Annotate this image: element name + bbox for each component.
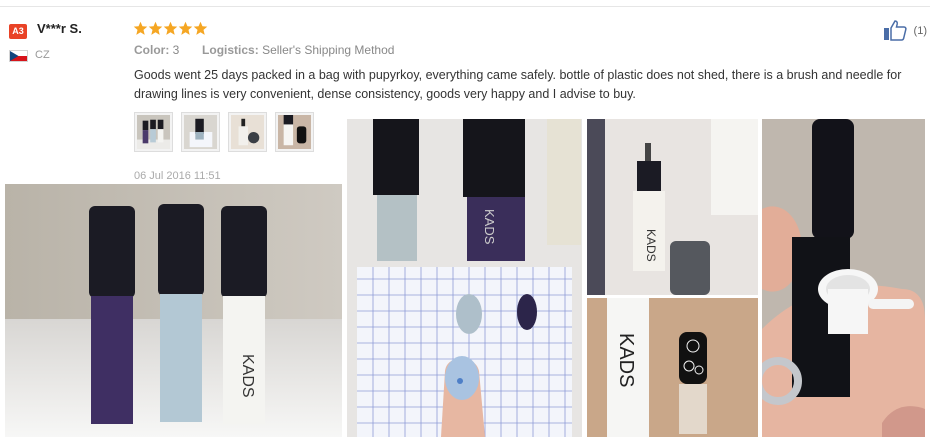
czech-flag-icon <box>9 50 28 62</box>
logistics-value: Seller's Shipping Method <box>262 43 395 57</box>
thumbs-up-icon[interactable] <box>883 20 907 41</box>
photo-thumbnail[interactable] <box>275 112 314 152</box>
star-icon <box>193 21 208 35</box>
review-photo[interactable] <box>762 119 925 437</box>
star-icon <box>148 21 163 35</box>
review-photo[interactable]: KADS <box>5 184 342 437</box>
star-icon <box>133 21 148 35</box>
review-date: 06 Jul 2016 11:51 <box>134 170 221 182</box>
review-text: Goods went 25 days packed in a bag with … <box>134 68 902 101</box>
logistics-label: Logistics: <box>202 43 259 57</box>
photo-thumbnail[interactable] <box>181 112 220 152</box>
helpful-button[interactable]: (1) <box>883 20 930 41</box>
review-photo[interactable]: KADS <box>347 119 582 437</box>
review-photo[interactable]: KADS <box>587 298 758 437</box>
star-icon <box>163 21 178 35</box>
avatar: A3 <box>9 24 27 39</box>
brand-label: KADS <box>615 333 637 387</box>
thumbnail-strip <box>134 112 314 152</box>
star-rating <box>133 21 208 36</box>
star-icon <box>178 21 193 35</box>
svg-text:KADS: KADS <box>482 209 497 245</box>
color-label: Color: <box>134 43 170 57</box>
photo-thumbnail[interactable] <box>228 112 267 152</box>
review-photo[interactable]: KADS <box>587 119 758 295</box>
divider <box>0 6 930 7</box>
reviewer-country: CZ <box>35 49 50 61</box>
reviewer-name: V***r S. <box>37 21 82 36</box>
photo-thumbnail[interactable] <box>134 112 173 152</box>
brand-label: KADS <box>239 354 256 398</box>
color-value: 3 <box>172 43 180 57</box>
helpful-count: (1) <box>913 24 927 37</box>
order-info: Color: 3 Logistics: Seller's Shipping Me… <box>134 43 394 57</box>
review-item: A3 V***r S. CZ Color: 3 Logistics: Selle… <box>0 0 930 439</box>
brand-label: KADS <box>644 229 658 262</box>
